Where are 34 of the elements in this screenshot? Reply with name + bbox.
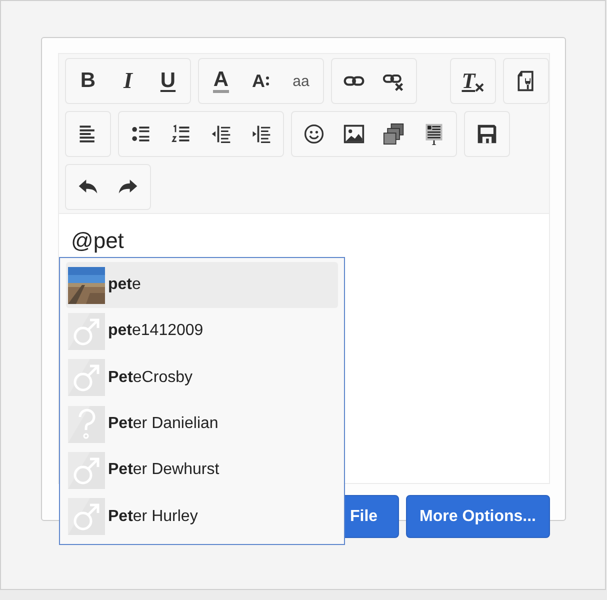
indent-icon [250, 123, 272, 145]
question-mark-avatar [68, 406, 105, 443]
user-name: Peter Dewhurst [108, 461, 220, 480]
close-icon [475, 82, 484, 92]
image-icon [343, 123, 365, 145]
more-options-button[interactable]: More Options... [406, 495, 550, 538]
male-symbol-avatar [68, 359, 105, 396]
male-symbol-avatar [68, 312, 105, 350]
bold-button[interactable]: B [68, 60, 108, 102]
underline-button[interactable]: U [148, 60, 188, 102]
film-frames-icon [383, 123, 405, 145]
user-name: pete [108, 276, 141, 294]
mention-option[interactable]: Peter Danielian [66, 400, 338, 448]
font-color-button[interactable]: A [201, 60, 241, 102]
mention-option[interactable]: PeteCrosby [66, 354, 338, 401]
size-dots-icon [265, 76, 270, 86]
font-size-button[interactable]: A [241, 60, 281, 102]
user-name: Peter Hurley [108, 508, 198, 526]
mention-option[interactable]: Peter Dewhurst [66, 447, 338, 494]
smiley-icon [303, 123, 325, 145]
numbered-list-icon [170, 123, 192, 145]
typed-text: @pet [71, 228, 124, 253]
user-name: PeteCrosby [108, 368, 192, 387]
character-case-button[interactable]: aa [281, 60, 321, 102]
user-name: pete1412009 [108, 322, 204, 340]
user-name: Peter Danielian [108, 415, 218, 434]
outdent-icon [210, 123, 232, 145]
male-symbol-avatar [68, 452, 105, 489]
mention-option[interactable]: pete1412009 [66, 308, 338, 355]
clear-formatting-button[interactable]: T [453, 60, 493, 102]
document-text-icon [423, 123, 445, 145]
male-symbol-avatar [68, 498, 105, 536]
italic-button[interactable]: I [108, 60, 148, 102]
mention-option[interactable]: pete [66, 262, 338, 308]
